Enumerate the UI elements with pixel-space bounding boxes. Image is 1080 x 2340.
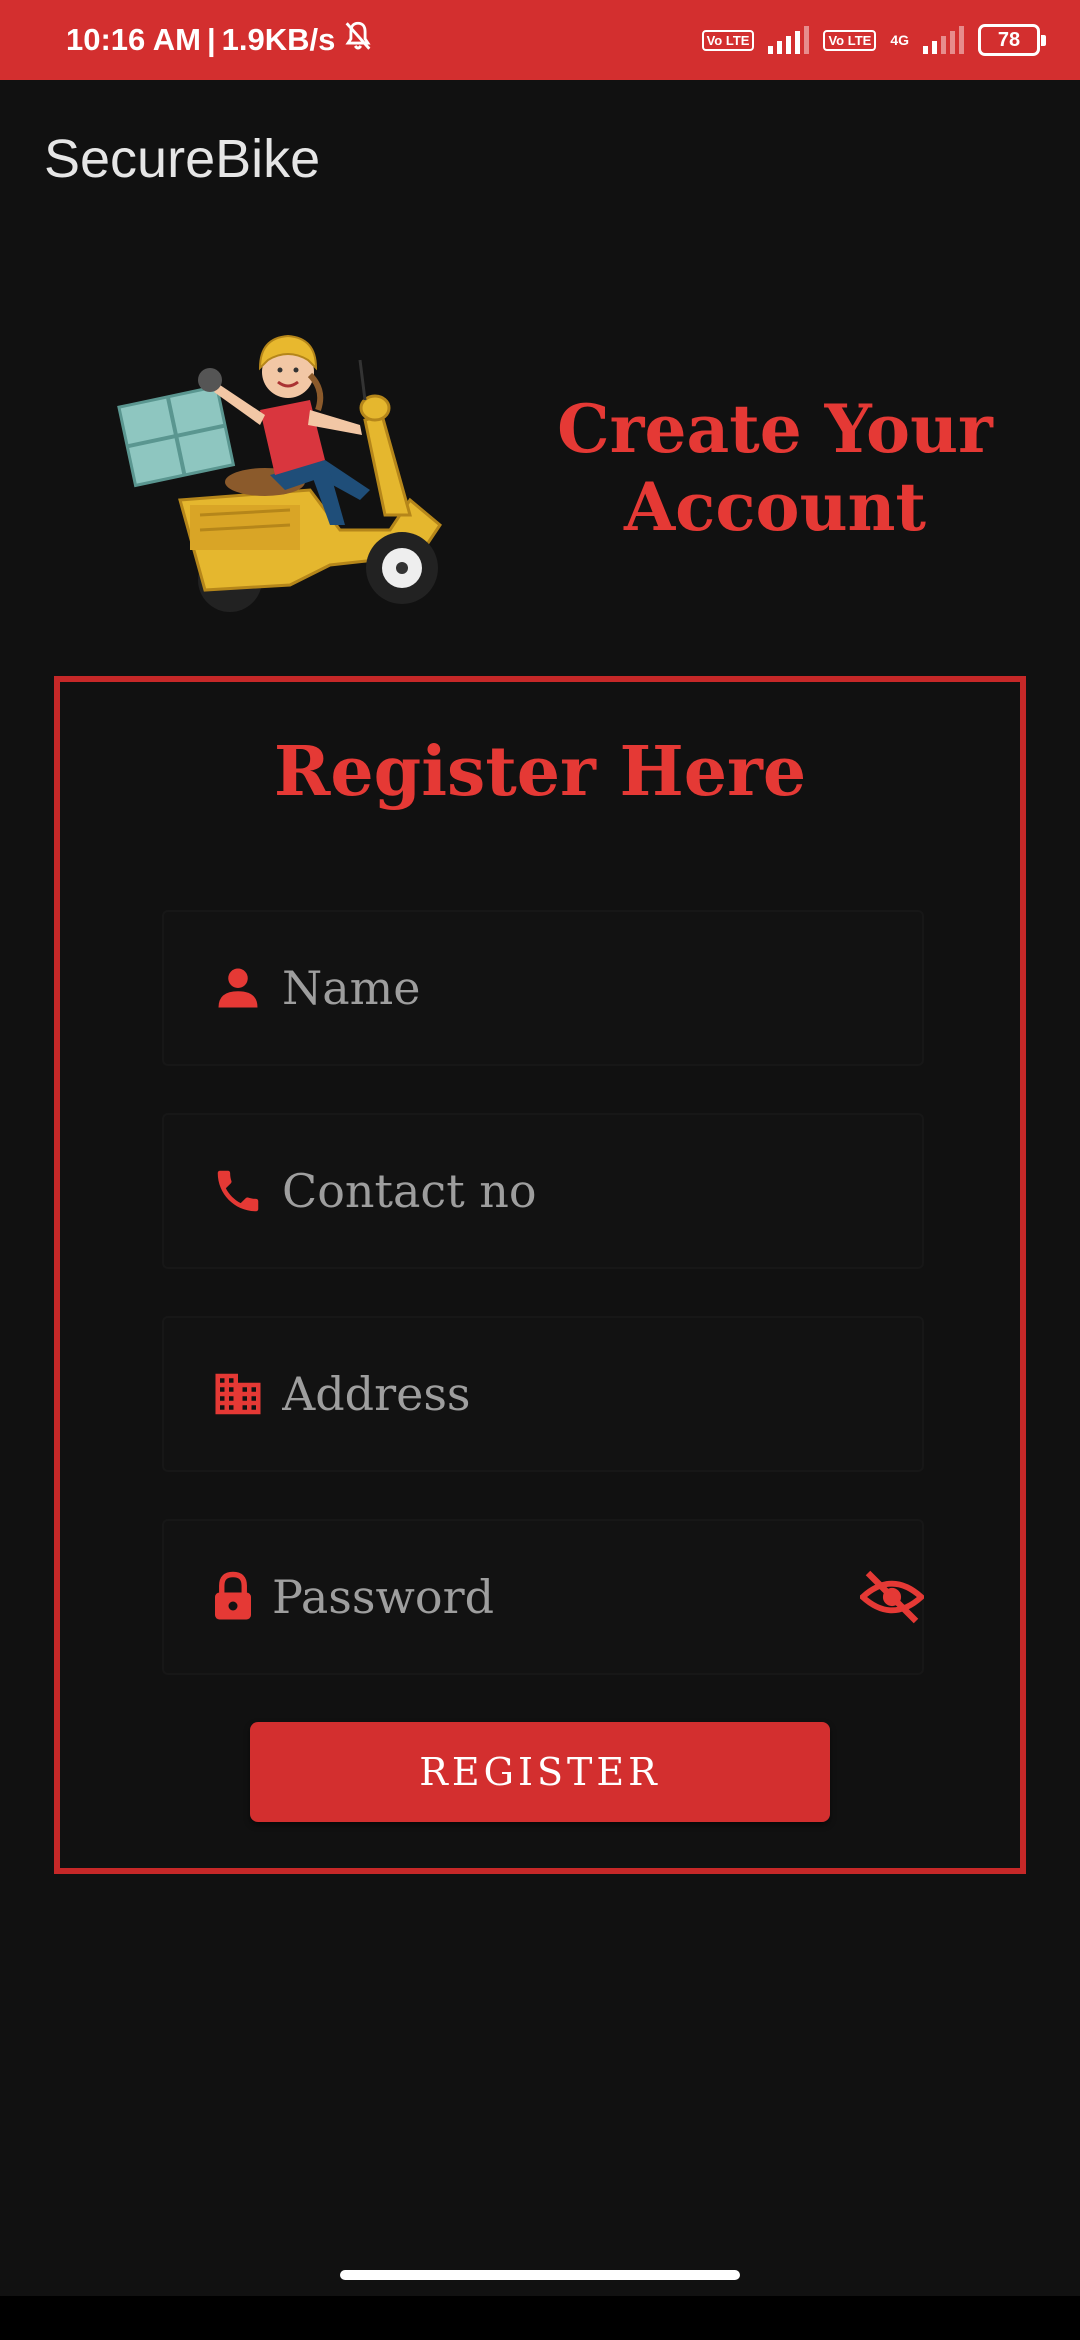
status-net-speed: 1.9KB/s (221, 22, 336, 57)
status-separator: | (206, 22, 216, 57)
hero-title-line1: Create Your (557, 390, 993, 468)
lock-icon (206, 1565, 260, 1629)
person-icon (206, 956, 270, 1020)
name-input[interactable] (282, 961, 922, 1015)
password-field[interactable] (162, 1519, 924, 1675)
volte-badge-2: Vo LTE (823, 29, 877, 51)
home-indicator[interactable] (340, 2270, 740, 2280)
address-input[interactable] (282, 1367, 922, 1421)
status-bar: 10:16 AM | 1.9KB/s Vo LTE Vo LTE 4G 78 (0, 0, 1080, 80)
contact-input[interactable] (282, 1164, 922, 1218)
building-icon (206, 1362, 270, 1426)
contact-field[interactable] (162, 1113, 924, 1269)
hero-title-line2: Account (623, 468, 927, 546)
phone-icon (206, 1159, 270, 1223)
status-left: 10:16 AM | 1.9KB/s (66, 0, 375, 80)
name-field[interactable] (162, 910, 924, 1066)
register-button[interactable]: REGISTER (250, 1722, 830, 1822)
volte-badge-1: Vo LTE (701, 29, 755, 51)
eye-off-icon[interactable] (860, 1562, 924, 1632)
battery-icon: 78 (978, 24, 1046, 56)
system-nav-bar (0, 2296, 1080, 2340)
battery-level: 78 (997, 28, 1021, 51)
network-type-label: 4G (890, 32, 909, 48)
scooter-rider-illustration (117, 334, 442, 612)
register-card: Register Here Name Contact no Address RE… (54, 676, 1026, 1874)
status-time: 10:16 AM (66, 22, 201, 57)
status-right: Vo LTE Vo LTE 4G 78 (701, 0, 1046, 80)
hero-title: Create Your Account (540, 390, 1010, 546)
signal-strength-1-icon (768, 26, 810, 54)
signal-strength-2-icon (923, 26, 964, 54)
address-field[interactable] (162, 1316, 924, 1472)
app-title: SecureBike (44, 129, 321, 189)
password-input[interactable] (272, 1570, 860, 1624)
register-heading: Register Here (273, 732, 807, 812)
notifications-muted-icon (341, 19, 375, 61)
network-type: 4G (890, 33, 909, 47)
